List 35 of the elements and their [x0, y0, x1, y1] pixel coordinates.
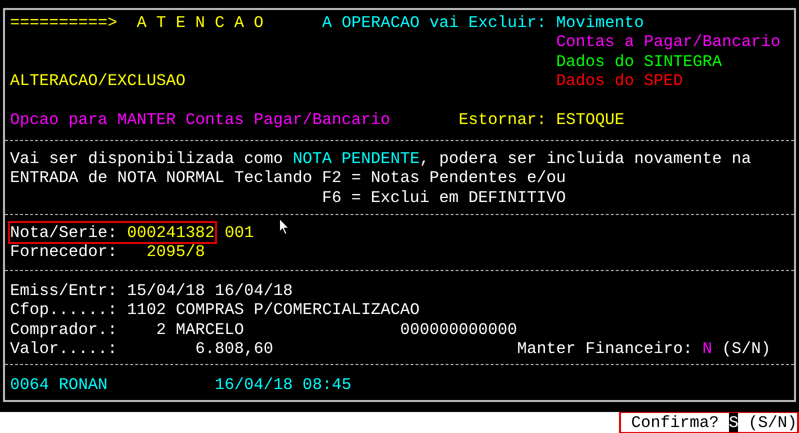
field-value: 000000000000: [400, 320, 518, 340]
field-value: 000241382: [127, 223, 215, 242]
field-label: Nota/Serie:: [10, 223, 118, 242]
field-value: 2 MARCELO: [156, 320, 244, 340]
field-label: Manter Financeiro:: [517, 339, 693, 359]
mouse-cursor-icon: [279, 218, 290, 235]
operation-label: A OPERACAO vai Excluir:: [322, 13, 546, 32]
arrow-text: ==========>: [10, 13, 118, 32]
field-value: 1102 COMPRAS P/COMERCIALIZACAO: [127, 300, 420, 320]
reverse-value: ESTOQUE: [556, 110, 624, 130]
field-value: 15/04/18 16/04/18: [127, 281, 293, 300]
message-text: Vai ser disponibilizada como NOTA PENDENTE, podera ser incluida novamente na ENTRADA de NOTA NORMAL Teclando F2 = Notas Pendentes e/ou F6 = Exclui em DEFINITIVO: [10, 149, 752, 208]
options-text: (S/N): [722, 339, 771, 359]
field-value: 2095/8: [146, 242, 206, 262]
operation-target: Contas a Pagar/Bancario: [556, 32, 780, 52]
option-text: Opcao para MANTER Contas Pagar/Bancario: [10, 110, 390, 130]
prompt-label: Confirma?: [631, 413, 719, 432]
field-value: 001: [224, 223, 254, 242]
field-label: Comprador.:: [10, 320, 118, 340]
field-label: Fornecedor:: [10, 242, 118, 262]
user-text: 0064 RONAN: [10, 375, 108, 394]
field-value: 6.808,60: [195, 339, 274, 359]
datetime-text: 16/04/18 08:45: [214, 375, 352, 394]
answer-field[interactable]: S: [728, 413, 738, 432]
alert-title: A T E N C A O: [136, 13, 264, 32]
operation-target: Dados do SINTEGRA: [556, 52, 722, 72]
mode-text: ALTERACAO/EXCLUSAO: [10, 71, 186, 91]
operation-target: Dados do SPED: [556, 71, 683, 91]
field-label: Cfop......:: [10, 300, 118, 320]
field-value: N: [702, 339, 712, 359]
options-text: (S/N): [748, 413, 797, 432]
operation-target: Movimento: [556, 13, 644, 32]
field-label: Valor.....:: [10, 339, 118, 359]
field-label: Emiss/Entr:: [10, 281, 118, 300]
reverse-label: Estornar:: [458, 110, 546, 130]
